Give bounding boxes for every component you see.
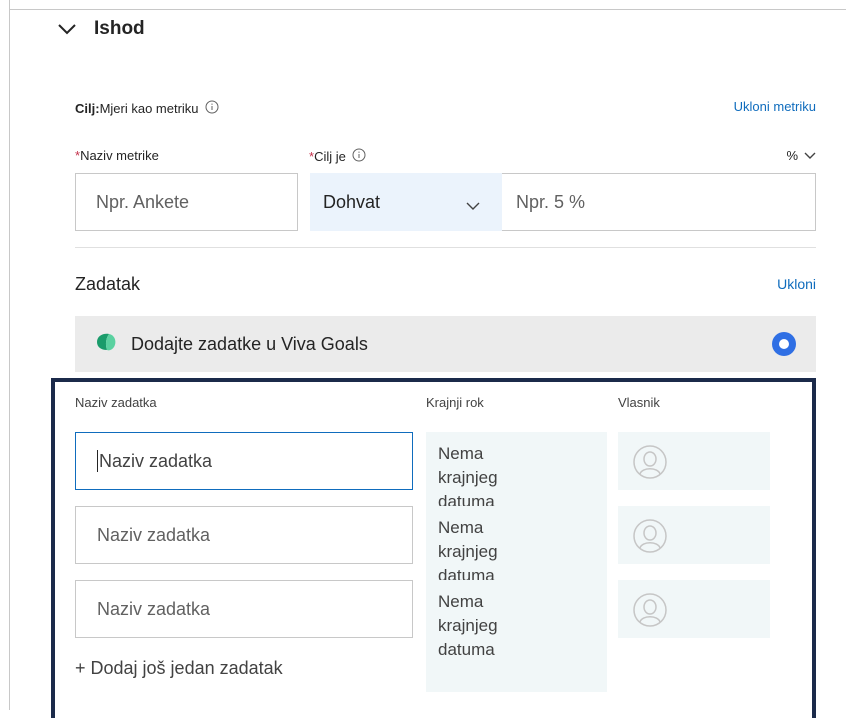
task-section-title: Zadatak: [75, 274, 141, 294]
metric-name-placeholder: Npr. Ankete: [96, 191, 190, 212]
viva-goals-text: Dodajte zadatke u Viva Goals: [131, 333, 368, 354]
target-value-input[interactable]: Npr. 5 %: [502, 173, 816, 231]
metric-name-label-text: Naziv metrike: [80, 148, 159, 163]
target-type-dropdown[interactable]: Dohvat: [310, 173, 502, 231]
unit-select-value: %: [786, 148, 798, 163]
metric-name-label: *Naziv metrike: [75, 148, 159, 163]
target-label: * Cilj je: [309, 148, 366, 165]
task-name-input[interactable]: Naziv zadatka: [75, 506, 413, 564]
divider: [75, 247, 816, 248]
remove-metric-link[interactable]: Ukloni metriku: [734, 99, 816, 114]
goal-line: Cilj: Mjeri kao metriku: [75, 100, 219, 117]
info-icon[interactable]: [205, 100, 219, 117]
add-task-link[interactable]: + Dodaj još jedan zadatak: [75, 658, 283, 679]
column-header-name: Naziv zadatka: [75, 395, 157, 410]
column-header-owner: Vlasnik: [618, 395, 660, 410]
task-name-placeholder: Naziv zadatka: [97, 524, 211, 545]
remove-task-link[interactable]: Ukloni: [777, 276, 816, 292]
task-name-input[interactable]: Naziv zadatka: [75, 432, 413, 490]
deadline-text: datuma: [438, 640, 495, 659]
chevron-down-icon: [804, 148, 816, 163]
viva-goals-logo-icon: [95, 332, 117, 357]
goal-prefix: Cilj:: [75, 101, 100, 116]
unit-select[interactable]: %: [786, 148, 816, 163]
owner-picker[interactable]: [618, 432, 770, 490]
viva-goals-bar[interactable]: Dodajte zadatke u Viva Goals: [75, 316, 816, 372]
info-icon[interactable]: [352, 148, 366, 165]
section-title: Ishod: [94, 18, 145, 39]
deadline-text: krajnjeg: [438, 542, 498, 561]
deadline-picker[interactable]: Nema krajnjeg datuma: [426, 580, 607, 692]
deadline-text: krajnjeg: [438, 468, 498, 487]
deadline-text: Nema: [438, 444, 484, 463]
section-header[interactable]: Ishod: [58, 18, 145, 40]
task-name-input[interactable]: Naziv zadatka: [75, 580, 413, 638]
deadline-text: krajnjeg: [438, 616, 498, 635]
text-caret: [97, 450, 98, 472]
deadline-text: Nema: [438, 592, 484, 611]
task-name-placeholder: Naziv zadatka: [99, 450, 213, 471]
chevron-down-icon[interactable]: [58, 23, 76, 35]
metric-name-input[interactable]: Npr. Ankete: [75, 173, 298, 231]
target-label-text: Cilj je: [314, 149, 346, 164]
deadline-text: Nema: [438, 518, 484, 537]
target-value-placeholder: Npr. 5 %: [516, 191, 586, 212]
frame-top-border: [9, 9, 846, 10]
goal-text: Mjeri kao metriku: [99, 101, 199, 116]
viva-goals-toggle-radio[interactable]: [771, 331, 797, 362]
task-name-placeholder: Naziv zadatka: [97, 598, 211, 619]
owner-picker[interactable]: [618, 580, 770, 638]
chevron-down-icon: [466, 195, 480, 216]
column-header-deadline: Krajnji rok: [426, 395, 484, 410]
frame-left-border: [9, 0, 10, 710]
target-type-value: Dohvat: [323, 191, 381, 212]
owner-picker[interactable]: [618, 506, 770, 564]
